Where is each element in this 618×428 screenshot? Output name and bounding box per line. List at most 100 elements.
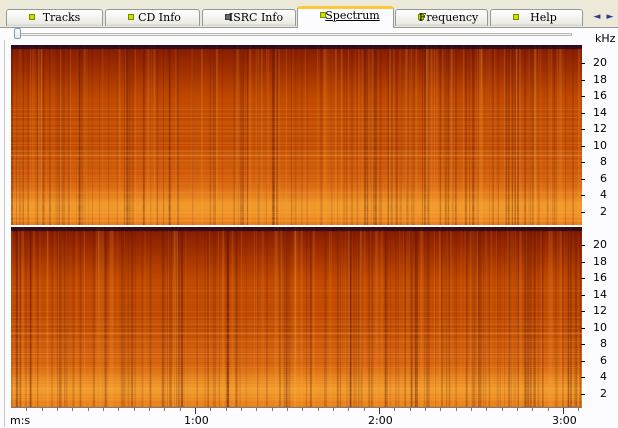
scroll-tabs-left-icon[interactable]: ◄ bbox=[591, 10, 603, 24]
spectrum-band bbox=[11, 352, 582, 354]
tab-bar: Tracks CD Info ISRC Info Spectrum Freque… bbox=[0, 0, 618, 28]
spectrum-band bbox=[11, 355, 582, 356]
spectrum-band bbox=[11, 107, 582, 109]
frequency-tick-label: 14 bbox=[581, 106, 607, 119]
tab-tracks[interactable]: Tracks bbox=[6, 9, 103, 26]
spectrum-band bbox=[11, 162, 582, 164]
scroll-tabs-right-icon[interactable]: ► bbox=[604, 10, 616, 24]
time-minor-tick bbox=[578, 408, 580, 411]
spectrum-band bbox=[11, 176, 582, 178]
spectrum-band bbox=[11, 404, 582, 406]
spectrum-band bbox=[11, 328, 582, 330]
frequency-tick-label: 12 bbox=[581, 123, 607, 135]
spectrum-band bbox=[11, 203, 582, 204]
frequency-tick-label: 18 bbox=[581, 255, 607, 268]
frequency-tick-label: 2 bbox=[581, 205, 607, 218]
frequency-tick-label: 20 bbox=[581, 239, 607, 251]
spectrum-band bbox=[11, 340, 582, 342]
time-minor-tick bbox=[225, 408, 227, 411]
frequency-tick-label: 16 bbox=[581, 90, 607, 102]
spectrogram-texture bbox=[11, 45, 582, 225]
frequency-tick-label: 10 bbox=[581, 139, 607, 152]
frequency-tick-label: 18 bbox=[581, 73, 607, 86]
spectrum-band bbox=[11, 170, 582, 172]
position-slider-track[interactable] bbox=[16, 33, 572, 36]
spectrum-band bbox=[11, 123, 582, 125]
spectrum-band bbox=[11, 287, 582, 288]
spectrum-band bbox=[11, 152, 582, 154]
spectrum-band bbox=[11, 143, 582, 144]
spectrum-band bbox=[11, 390, 582, 393]
spectrum-band bbox=[11, 335, 582, 337]
time-axis-line bbox=[11, 407, 582, 408]
time-minor-tick bbox=[517, 408, 518, 411]
spectrum-band bbox=[11, 199, 582, 201]
spectrum-band bbox=[11, 191, 582, 193]
time-minor-tick bbox=[133, 408, 135, 411]
spectrum-band bbox=[11, 384, 582, 386]
position-slider-thumb[interactable] bbox=[14, 28, 21, 39]
tab-label: Spectrum bbox=[325, 9, 380, 22]
time-tick-label: 1:00 bbox=[184, 414, 209, 427]
tab-label: CD Info bbox=[138, 11, 181, 24]
time-minor-tick bbox=[333, 408, 334, 411]
spectrum-band bbox=[11, 183, 582, 185]
spectrum-band bbox=[11, 345, 582, 347]
tab-frequency[interactable]: Frequency bbox=[395, 9, 488, 26]
spectrum-band bbox=[11, 150, 582, 152]
spectrum-band bbox=[11, 212, 582, 214]
spectrum-band bbox=[11, 108, 582, 110]
time-minor-tick bbox=[72, 408, 74, 411]
spectrogram-lower bbox=[11, 227, 582, 407]
time-minor-tick bbox=[241, 408, 242, 411]
spectrum-band bbox=[11, 127, 582, 129]
spectrum-band bbox=[11, 334, 582, 335]
spectrum-band bbox=[11, 165, 582, 167]
tab-label: ISRC Info bbox=[228, 11, 284, 24]
spectrum-band bbox=[11, 322, 582, 324]
spectrum-band bbox=[11, 138, 582, 141]
spectrum-band bbox=[11, 131, 582, 133]
spectrum-band bbox=[11, 293, 582, 295]
spectrum-band bbox=[11, 316, 582, 319]
spectrum-band bbox=[11, 307, 582, 310]
time-minor-tick bbox=[501, 408, 503, 411]
time-minor-tick bbox=[271, 408, 273, 411]
spectrum-band bbox=[11, 395, 582, 396]
spectrum-band bbox=[11, 209, 582, 211]
spectrum-band bbox=[11, 374, 582, 376]
tab-isrc-info[interactable]: ISRC Info bbox=[202, 9, 296, 26]
spectrum-band bbox=[11, 360, 582, 362]
spectrum-band bbox=[11, 365, 582, 366]
tab-cd-info[interactable]: CD Info bbox=[105, 9, 200, 26]
spectrum-band bbox=[11, 105, 582, 106]
frequency-axis-upper: 20 18 16 14 12 10 8 6 4 2 bbox=[581, 45, 618, 225]
time-minor-tick bbox=[455, 408, 457, 411]
spectrum-band bbox=[11, 122, 582, 124]
time-minor-tick bbox=[57, 408, 58, 411]
frequency-tick-label: 20 bbox=[581, 57, 607, 69]
frequency-tick-label: 6 bbox=[581, 354, 607, 367]
tab-label: Help bbox=[530, 11, 557, 24]
frequency-tick-label: 16 bbox=[581, 272, 607, 284]
spectrum-band bbox=[11, 377, 582, 379]
tab-help[interactable]: Help bbox=[490, 9, 583, 26]
spectrum-band bbox=[11, 159, 582, 160]
spectrum-band bbox=[11, 204, 582, 206]
spectrum-band bbox=[11, 179, 582, 181]
time-minor-tick bbox=[210, 408, 212, 411]
spectrum-band bbox=[11, 154, 582, 157]
spectrum-band bbox=[11, 348, 582, 350]
spectrum-band bbox=[11, 393, 582, 394]
time-minor-tick bbox=[547, 408, 549, 411]
spectrum-band bbox=[11, 192, 582, 194]
tab-spectrum[interactable]: Spectrum bbox=[297, 6, 394, 28]
pane-left-border bbox=[0, 40, 5, 427]
time-minor-tick bbox=[302, 408, 304, 411]
time-minor-tick bbox=[317, 408, 319, 411]
time-minor-tick bbox=[164, 408, 166, 411]
frequency-tick-label: 2 bbox=[581, 387, 607, 400]
spectrum-band bbox=[11, 376, 582, 377]
spectrum-band bbox=[11, 323, 582, 325]
spectrum-band bbox=[11, 356, 582, 358]
